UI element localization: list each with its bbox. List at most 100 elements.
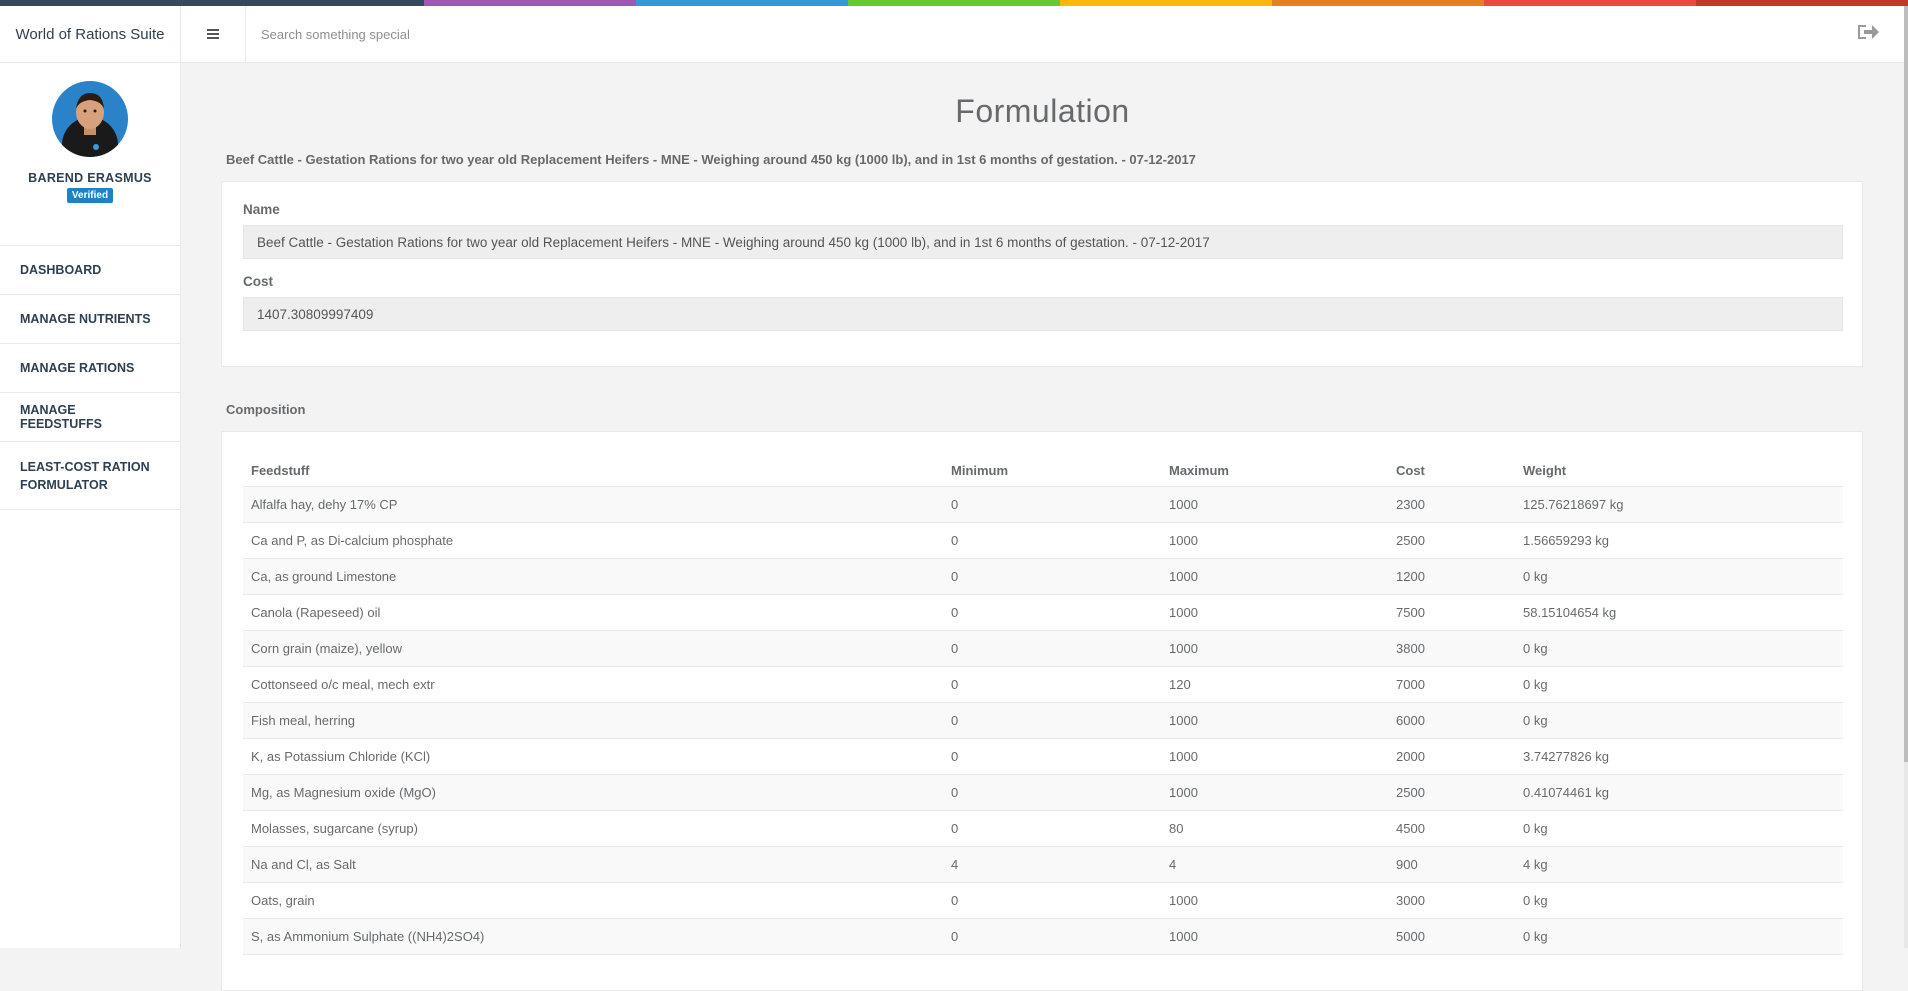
table-row[interactable]: Cottonseed o/c meal, mech extr 0 120 7000 0 … [243, 666, 1843, 703]
cell-minimum: 0 [943, 558, 1161, 595]
nav-manage-rations[interactable]: MANAGE RATIONS [0, 344, 180, 393]
cell-minimum: 0 [943, 738, 1161, 775]
cell-minimum: 0 [943, 810, 1161, 847]
sidebar: BAREND ERASMUS Verified DASHBOARD MANAGE… [0, 63, 181, 948]
cell-weight: 0 kg [1515, 918, 1843, 955]
name-field[interactable]: Beef Cattle - Gestation Rations for two … [243, 225, 1843, 259]
cell-maximum: 1000 [1161, 594, 1388, 631]
cell-maximum: 1000 [1161, 522, 1388, 559]
table-row[interactable]: Corn grain (maize), yellow 0 1000 3800 0 kg [243, 630, 1843, 667]
cell-cost: 4500 [1388, 810, 1515, 847]
cell-maximum: 4 [1161, 846, 1388, 883]
cost-label: Cost [243, 274, 273, 289]
table-row[interactable]: Fish meal, herring 0 1000 6000 0 kg [243, 702, 1843, 739]
cell-cost: 2300 [1388, 486, 1515, 523]
top-navbar: World of Rations Suite [0, 0, 1904, 63]
cell-feedstuff: Fish meal, herring [243, 702, 943, 739]
cell-minimum: 0 [943, 486, 1161, 523]
cell-weight: 125.76218697 kg [1515, 486, 1843, 523]
cell-maximum: 1000 [1161, 774, 1388, 811]
avatar[interactable] [52, 81, 128, 157]
logout-button[interactable] [1856, 22, 1884, 46]
column-header-maximum[interactable]: Maximum [1161, 452, 1388, 487]
cell-minimum: 0 [943, 918, 1161, 955]
cell-maximum: 1000 [1161, 630, 1388, 667]
cell-weight: 0 kg [1515, 558, 1843, 595]
cell-feedstuff: Alfalfa hay, dehy 17% CP [243, 486, 943, 523]
scrollbar-thumb[interactable] [1904, 0, 1908, 762]
table-row[interactable]: Oats, grain 0 1000 3000 0 kg [243, 882, 1843, 919]
composition-title: Composition [226, 402, 306, 417]
formulation-form-panel: Name Beef Cattle - Gestation Rations for… [221, 181, 1863, 367]
cell-cost: 3800 [1388, 630, 1515, 667]
user-name: BAREND ERASMUS [28, 171, 152, 185]
verified-badge: Verified [66, 188, 114, 203]
nav-dashboard[interactable]: DASHBOARD [0, 246, 180, 295]
cell-minimum: 0 [943, 594, 1161, 631]
name-label: Name [243, 202, 280, 217]
cell-feedstuff: Ca and P, as Di-calcium phosphate [243, 522, 943, 559]
table-row[interactable]: Canola (Rapeseed) oil 0 1000 7500 58.1510465… [243, 594, 1843, 631]
menu-toggle-button[interactable] [181, 6, 246, 62]
cell-feedstuff: Oats, grain [243, 882, 943, 919]
cell-feedstuff: Canola (Rapeseed) oil [243, 594, 943, 631]
cell-weight: 3.74277826 kg [1515, 738, 1843, 775]
table-row[interactable]: Molasses, sugarcane (syrup) 0 80 4500 0 kg [243, 810, 1843, 847]
composition-table: Feedstuff Minimum Maximum Cost Weight Al… [243, 452, 1843, 955]
cell-weight: 58.15104654 kg [1515, 594, 1843, 631]
cell-cost: 2500 [1388, 774, 1515, 811]
table-row[interactable]: Ca and P, as Di-calcium phosphate 0 1000 25… [243, 522, 1843, 559]
cell-minimum: 4 [943, 846, 1161, 883]
column-header-cost[interactable]: Cost [1388, 452, 1515, 487]
hamburger-icon [207, 29, 219, 39]
nav-manage-nutrients[interactable]: MANAGE NUTRIENTS [0, 295, 180, 344]
cell-feedstuff: Na and Cl, as Salt [243, 846, 943, 883]
column-header-feedstuff[interactable]: Feedstuff [243, 452, 943, 487]
cell-cost: 900 [1388, 846, 1515, 883]
composition-panel: Feedstuff Minimum Maximum Cost Weight Al… [221, 431, 1863, 991]
cell-weight: 4 kg [1515, 846, 1843, 883]
cell-cost: 7000 [1388, 666, 1515, 703]
cell-maximum: 1000 [1161, 486, 1388, 523]
nav-least-cost-ration-formulator[interactable]: LEAST-COST RATION FORMULATOR [0, 442, 180, 510]
table-row[interactable]: S, as Ammonium Sulphate ((NH4)2SO4) 0 1000… [243, 918, 1843, 955]
cell-minimum: 0 [943, 522, 1161, 559]
cell-cost: 5000 [1388, 918, 1515, 955]
column-header-weight[interactable]: Weight [1515, 452, 1843, 487]
cell-feedstuff: Ca, as ground Limestone [243, 558, 943, 595]
column-header-minimum[interactable]: Minimum [943, 452, 1161, 487]
cell-weight: 0 kg [1515, 630, 1843, 667]
nav-manage-feedstuffs[interactable]: MANAGE FEEDSTUFFS [0, 393, 180, 442]
cell-maximum: 1000 [1161, 882, 1388, 919]
cell-minimum: 0 [943, 774, 1161, 811]
cell-cost: 3000 [1388, 882, 1515, 919]
table-row[interactable]: K, as Potassium Chloride (KCl) 0 1000 2000 3… [243, 738, 1843, 775]
cell-minimum: 0 [943, 666, 1161, 703]
table-row[interactable]: Ca, as ground Limestone 0 1000 1200 0 kg [243, 558, 1843, 595]
cell-feedstuff: Cottonseed o/c meal, mech extr [243, 666, 943, 703]
cell-maximum: 1000 [1161, 558, 1388, 595]
cell-maximum: 1000 [1161, 738, 1388, 775]
cell-feedstuff: Mg, as Magnesium oxide (MgO) [243, 774, 943, 811]
cell-weight: 0 kg [1515, 666, 1843, 703]
search-input[interactable] [246, 6, 1806, 62]
cost-field[interactable]: 1407.30809997409 [243, 297, 1843, 331]
cell-weight: 0 kg [1515, 702, 1843, 739]
cell-cost: 1200 [1388, 558, 1515, 595]
cell-cost: 2500 [1388, 522, 1515, 559]
cell-feedstuff: Molasses, sugarcane (syrup) [243, 810, 943, 847]
cell-minimum: 0 [943, 882, 1161, 919]
table-row[interactable]: Mg, as Magnesium oxide (MgO) 0 1000 2500 0.4… [243, 774, 1843, 811]
cell-minimum: 0 [943, 630, 1161, 667]
app-title[interactable]: World of Rations Suite [0, 6, 181, 62]
formulation-subtitle: Beef Cattle - Gestation Rations for two … [226, 152, 1196, 167]
table-row[interactable]: Alfalfa hay, dehy 17% CP 0 1000 2300 125.762… [243, 486, 1843, 523]
color-stripe [0, 0, 1908, 6]
cell-feedstuff: Corn grain (maize), yellow [243, 630, 943, 667]
page-title: Formulation [955, 93, 1130, 129]
cell-weight: 1.56659293 kg [1515, 522, 1843, 559]
main-content: Formulation Beef Cattle - Gestation Rati… [181, 63, 1904, 991]
cell-cost: 2000 [1388, 738, 1515, 775]
page-scrollbar[interactable] [1904, 0, 1908, 948]
table-row[interactable]: Na and Cl, as Salt 4 4 900 4 kg [243, 846, 1843, 883]
